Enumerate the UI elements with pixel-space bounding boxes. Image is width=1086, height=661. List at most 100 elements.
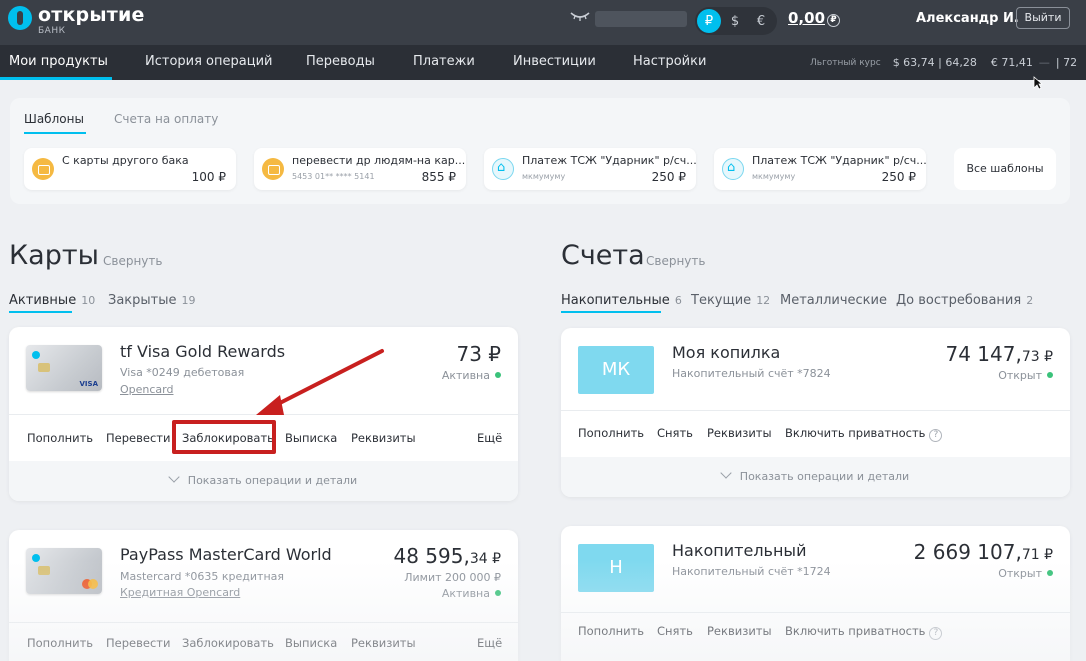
card-product-link[interactable]: Opencard [120, 383, 173, 396]
account-badge[interactable]: МК [578, 346, 654, 394]
nav-transfers[interactable]: Переводы [306, 54, 375, 69]
nav-investments[interactable]: Инвестиции [513, 54, 596, 69]
more-button[interactable]: Ещё [477, 431, 502, 445]
visa-card-image[interactable]: VISA [26, 345, 102, 391]
account-sub: Накопительный счёт *1724 [672, 565, 831, 578]
bank-logo[interactable]: открытие БАНК [8, 6, 145, 36]
house-icon [722, 158, 744, 180]
tab-count: 2 [1026, 294, 1034, 307]
bank-mark-icon [32, 351, 40, 359]
status-dot-icon [495, 590, 501, 596]
tab-active-cards[interactable]: Активные 10 [9, 293, 95, 308]
status-dot-icon [1047, 570, 1053, 576]
nav-my-products[interactable]: Мои продукты [9, 54, 108, 69]
statement-button[interactable]: Выписка [285, 636, 337, 650]
card-balance-cents: 34 ₽ [469, 551, 501, 567]
card-chip-icon [38, 363, 50, 372]
topup-button[interactable]: Пополнить [27, 431, 93, 445]
cards-title: Карты [9, 240, 99, 271]
template-name: Платеж ТСЖ "Ударник" р/сч... [522, 154, 697, 167]
eur-rate-tail: | 72 [1055, 56, 1078, 69]
card-status: Активна [442, 369, 501, 382]
show-details-toggle[interactable]: Показать операции и детали [9, 461, 518, 501]
tab-metal[interactable]: Металлические [780, 293, 887, 308]
nav-active-underline [0, 77, 112, 80]
template-card[interactable]: С карты другого бака 100 ₽ [24, 148, 236, 190]
nav-settings[interactable]: Настройки [633, 54, 706, 69]
tab-on-demand[interactable]: До востребования 2 [896, 293, 1033, 308]
tab-closed-cards[interactable]: Закрытые 19 [108, 293, 196, 308]
template-card[interactable]: Платеж ТСЖ "Ударник" р/сч... мкмумуму 25… [484, 148, 697, 190]
question-icon[interactable]: ? [929, 627, 943, 640]
withdraw-button[interactable]: Снять [657, 426, 693, 440]
template-name: Платеж ТСЖ "Ударник" р/сч... [752, 154, 927, 167]
actions-divider [561, 612, 1070, 613]
currency-usd[interactable]: $ [723, 9, 747, 33]
hide-balance-eye-icon[interactable] [570, 10, 590, 24]
status-dot-icon [1047, 372, 1053, 378]
account-balance-cents: 73 ₽ [1021, 349, 1053, 365]
show-details-label: Показать операции и детали [739, 470, 910, 483]
topup-button[interactable]: Пополнить [578, 624, 644, 638]
account-sub: Накопительный счёт *7824 [672, 367, 831, 380]
accounts-collapse-link[interactable]: Свернуть [646, 254, 705, 268]
template-sub: 5453 01** **** 5141 [292, 172, 375, 181]
tab-current[interactable]: Текущие 12 [691, 293, 770, 308]
requisites-button[interactable]: Реквизиты [707, 426, 772, 440]
template-amount: 250 ₽ [651, 170, 686, 184]
account-status: Открыт [998, 369, 1053, 382]
nav-payments[interactable]: Платежи [413, 54, 475, 69]
tab-templates[interactable]: Шаблоны [24, 112, 84, 126]
requisites-button[interactable]: Реквизиты [351, 431, 416, 445]
account-balance-main: 74 147, [945, 342, 1022, 366]
currency-rub[interactable]: ₽ [697, 9, 721, 33]
block-card-button[interactable]: Заблокировать [182, 636, 274, 650]
template-card[interactable]: перевести др людям-на кар... 5453 01** *… [254, 148, 466, 190]
annotation-arrow-icon [256, 349, 384, 415]
logo-mark-icon [8, 6, 32, 30]
ruble-circle-icon: ₽ [827, 14, 841, 27]
eur-rate: € 71,41 [990, 56, 1033, 69]
logout-button[interactable]: Выйти [1016, 7, 1070, 29]
account-name[interactable]: Накопительный [672, 541, 806, 560]
house-icon [492, 158, 514, 180]
question-icon[interactable]: ? [929, 429, 943, 442]
statement-button[interactable]: Выписка [285, 431, 337, 445]
all-templates-button[interactable]: Все шаблоны [954, 148, 1056, 190]
template-name: перевести др людям-на кар... [292, 154, 466, 167]
card-status-label: Активна [441, 587, 490, 600]
transfer-button[interactable]: Перевести [106, 431, 170, 445]
template-sub: мкмумуму [752, 172, 796, 181]
privacy-toggle[interactable]: Включить приватность? [785, 426, 943, 442]
more-button[interactable]: Ещё [477, 636, 502, 650]
account-balance: 74 147,73 ₽ [945, 342, 1053, 366]
cards-collapse-link[interactable]: Свернуть [103, 254, 162, 268]
tab-invoices[interactable]: Счета на оплату [114, 112, 218, 126]
currency-eur[interactable]: € [749, 9, 773, 33]
privacy-label: Включить приватность [785, 426, 926, 440]
template-card[interactable]: Платеж ТСЖ "Ударник" р/сч... мкмумуму 25… [714, 148, 927, 190]
usd-rate: $ 63,74 | 64,28 [892, 56, 977, 69]
requisites-button[interactable]: Реквизиты [707, 624, 772, 638]
account-badge[interactable]: Н [578, 544, 654, 592]
nav-history[interactable]: История операций [145, 54, 272, 69]
show-details-toggle[interactable]: Показать операции и детали [561, 457, 1070, 497]
card-balance: 48 595,34 ₽ [393, 544, 501, 568]
mastercard-card-image[interactable] [26, 548, 102, 594]
transfer-button[interactable]: Перевести [106, 636, 170, 650]
account-name[interactable]: Моя копилка [672, 343, 780, 362]
visa-logo-icon: VISA [79, 380, 98, 388]
card-name[interactable]: PayPass MasterCard World [120, 545, 332, 564]
topup-button[interactable]: Пополнить [578, 426, 644, 440]
tab-savings[interactable]: Накопительные 6 [561, 293, 682, 308]
privacy-toggle[interactable]: Включить приватность? [785, 624, 943, 640]
account-balance-cents: 71 ₽ [1021, 547, 1053, 563]
annotation-highlight-box [172, 420, 276, 454]
user-name[interactable]: Александр И. [916, 11, 1019, 26]
accounts-tab-underline [561, 311, 661, 313]
card-product-link[interactable]: Кредитная Opencard [120, 586, 240, 599]
requisites-button[interactable]: Реквизиты [351, 636, 416, 650]
total-balance[interactable]: 0,00 ₽ [788, 9, 841, 27]
topup-button[interactable]: Пополнить [27, 636, 93, 650]
withdraw-button[interactable]: Снять [657, 624, 693, 638]
